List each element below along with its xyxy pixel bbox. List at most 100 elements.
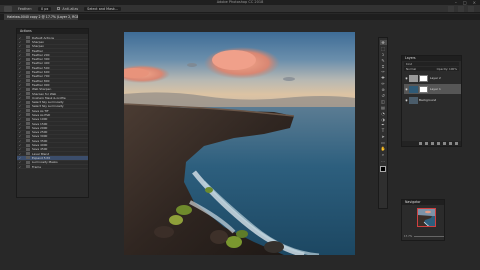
checkmark-icon[interactable]: ✓ [17, 100, 23, 103]
checkmark-icon[interactable]: ✓ [17, 122, 23, 125]
antialias-option[interactable]: Anti-alias [57, 7, 78, 11]
checkmark-icon[interactable]: ✓ [17, 88, 23, 91]
share-icon[interactable] [468, 6, 474, 12]
checkmark-icon[interactable]: ✓ [17, 53, 23, 56]
layer-row[interactable]: ◉ Layer 1 [404, 84, 461, 94]
path-select-tool-icon[interactable]: ➤ [380, 134, 387, 139]
checkmark-icon[interactable]: ✓ [17, 165, 23, 168]
navigator-zoom-value[interactable]: 17.7% [404, 235, 412, 238]
folder-icon [26, 109, 30, 113]
checkmark-icon[interactable]: ✓ [17, 62, 23, 65]
folder-icon [26, 117, 30, 121]
checkmark-icon[interactable]: ✓ [17, 161, 23, 164]
shape-tool-icon[interactable]: ▭ [380, 140, 387, 145]
checkmark-icon[interactable]: ✓ [17, 113, 23, 116]
pen-tool-icon[interactable]: ✒ [380, 122, 387, 127]
checkmark-icon[interactable]: ✓ [17, 148, 23, 151]
workspace-icon[interactable] [458, 6, 464, 12]
brush-tool-icon[interactable]: ✏ [380, 81, 387, 86]
layer-name[interactable]: Layer 1 [430, 87, 441, 91]
checkmark-icon[interactable]: ✓ [17, 126, 23, 129]
checkmark-icon[interactable]: ✓ [17, 139, 23, 142]
layer-row[interactable]: ◉ Layer 2 [404, 73, 461, 83]
quick-select-tool-icon[interactable]: ✎ [380, 58, 387, 63]
move-tool-icon[interactable]: ✥ [379, 40, 387, 45]
folder-icon [26, 134, 30, 138]
trash-icon[interactable] [455, 142, 458, 145]
checkmark-icon[interactable]: ✓ [17, 143, 23, 146]
current-tool-icon[interactable] [4, 5, 12, 12]
checkmark-icon[interactable]: ✓ [17, 75, 23, 78]
gradient-tool-icon[interactable]: ▤ [380, 105, 387, 110]
antialias-label: Anti-alias [62, 6, 79, 11]
clone-stamp-tool-icon[interactable]: ⊛ [380, 87, 387, 92]
folder-icon [26, 100, 30, 104]
folder-icon [26, 92, 30, 95]
zoom-tool-icon[interactable]: ⌕ [380, 152, 387, 157]
hand-tool-icon[interactable]: ✋ [380, 146, 387, 151]
checkmark-icon[interactable]: ✓ [17, 131, 23, 134]
checkmark-icon[interactable]: ✓ [17, 66, 23, 69]
search-icon[interactable] [448, 6, 454, 12]
checkmark-icon[interactable]: ✓ [17, 109, 23, 112]
checkmark-icon[interactable]: ✓ [17, 152, 23, 155]
checkmark-icon[interactable]: ✓ [17, 36, 23, 39]
adjustment-layer-icon[interactable] [437, 142, 440, 145]
add-mask-icon[interactable] [431, 142, 434, 145]
checkmark-icon[interactable]: ✓ [17, 105, 23, 108]
folder-icon [26, 44, 30, 48]
layer-mask-thumbnail[interactable] [419, 85, 428, 93]
layer-mask-thumbnail[interactable] [419, 74, 428, 82]
link-layers-icon[interactable] [419, 142, 422, 145]
history-brush-tool-icon[interactable]: ↺ [380, 93, 387, 98]
select-and-mask-button[interactable]: Select and Mask... [84, 6, 122, 11]
checkmark-icon[interactable]: ✓ [17, 83, 23, 86]
opacity-field[interactable]: Opacity: 100% [437, 67, 457, 71]
folder-icon [26, 40, 30, 44]
layer-row[interactable]: ◉ Background [404, 95, 461, 105]
checkmark-icon[interactable]: ✓ [17, 45, 23, 48]
checkmark-icon[interactable]: ✓ [17, 135, 23, 138]
checkmark-icon[interactable]: ✓ [17, 92, 23, 95]
dodge-tool-icon[interactable]: ◑ [380, 117, 387, 122]
action-row[interactable]: ✓ Frame [17, 165, 88, 170]
layer-name[interactable]: Background [419, 98, 436, 102]
new-group-icon[interactable] [443, 142, 446, 145]
blend-mode-select[interactable]: Normal Opacity: 100% [404, 67, 459, 71]
checkmark-icon[interactable]: ✓ [17, 70, 23, 73]
action-row-label: Feather 600 [32, 70, 50, 75]
lasso-tool-icon[interactable]: ↄ [380, 52, 387, 57]
healing-tool-icon[interactable]: ✚ [380, 75, 387, 80]
crop-tool-icon[interactable]: ⌗ [380, 64, 387, 69]
checkmark-icon[interactable]: ✓ [17, 49, 23, 52]
checkmark-icon[interactable]: ✓ [17, 79, 23, 82]
eraser-tool-icon[interactable]: ◫ [380, 99, 387, 104]
document-canvas[interactable] [124, 32, 355, 255]
action-row-label: Select Sky Luminosity [32, 104, 64, 109]
options-bar: Feather: 0 px Anti-alias Select and Mask… [0, 5, 480, 13]
foreground-color-swatch[interactable] [380, 165, 386, 172]
type-tool-icon[interactable]: T [380, 128, 387, 133]
action-row-label: Save 2000 [32, 126, 48, 130]
checkmark-icon[interactable]: ✓ [17, 156, 23, 159]
new-layer-icon[interactable] [449, 142, 452, 145]
navigator-thumbnail[interactable] [417, 208, 436, 227]
marquee-tool-icon[interactable]: ⬚ [380, 46, 387, 51]
action-row-label: Sharpen for Web [32, 91, 57, 96]
checkmark-icon[interactable]: ✓ [17, 96, 23, 99]
layer-filter-kind[interactable]: Kind [404, 62, 459, 66]
feather-input[interactable]: 0 px [37, 6, 52, 11]
checkmark-icon[interactable]: ✓ [17, 118, 23, 121]
eyedropper-tool-icon[interactable]: ✑ [380, 69, 387, 74]
more-tools-icon[interactable]: … [380, 158, 387, 163]
checkmark-icon[interactable]: ✓ [17, 40, 23, 43]
blur-tool-icon[interactable]: ◔ [380, 111, 387, 116]
antialias-checkbox[interactable] [57, 7, 61, 10]
action-row-label: Save As TIF [32, 109, 49, 113]
zoom-slider[interactable] [414, 236, 444, 237]
document-tab[interactable]: Haleiwa-0040 copy 2 @ 17.7% (Layer 2, RG… [4, 14, 78, 20]
layer-name[interactable]: Layer 2 [430, 76, 441, 80]
fx-icon[interactable] [425, 142, 428, 145]
action-row-label: Feather [32, 48, 43, 53]
checkmark-icon[interactable]: ✓ [17, 57, 23, 60]
